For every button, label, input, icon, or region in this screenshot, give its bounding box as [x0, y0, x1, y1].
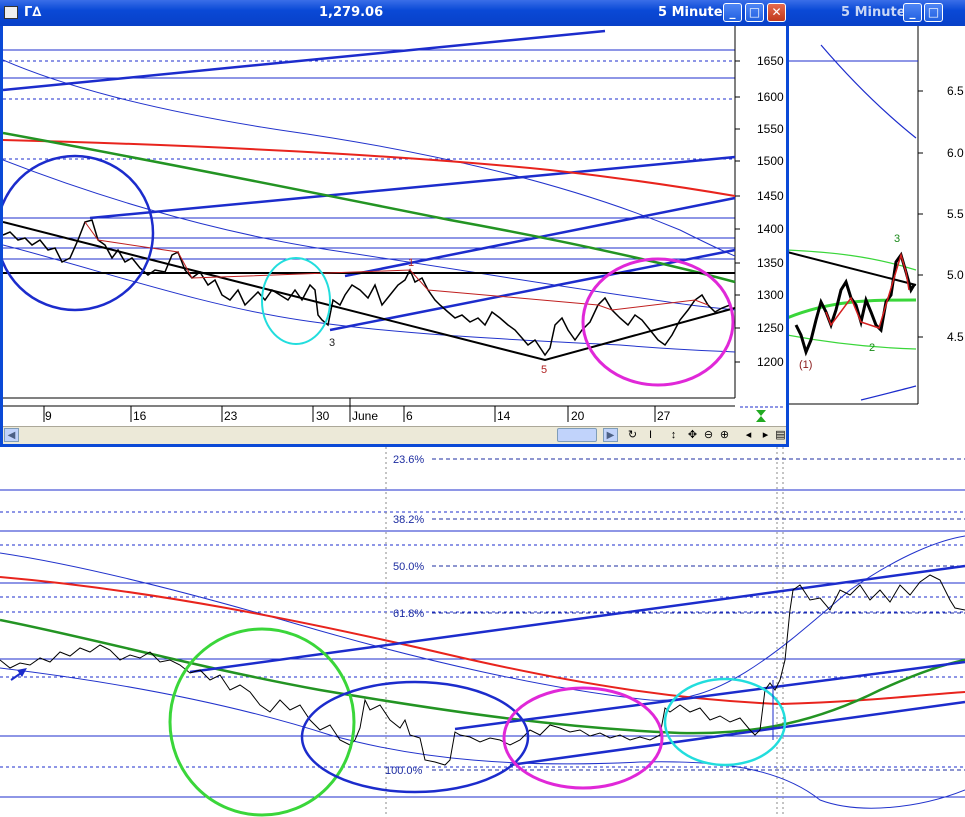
y-axis-label: 1350: [757, 256, 784, 270]
y-axis-label: 1650: [757, 54, 784, 68]
y-axis-label: 1400: [757, 222, 784, 236]
main-title-symbol: Γ∆: [24, 5, 42, 20]
main-title-bar: Γ∆ 1,279.06 5 Minute _ □ ✕: [0, 0, 789, 26]
x-axis-label: 20: [571, 409, 585, 423]
zoom-in-icon[interactable]: ⊕: [717, 427, 732, 443]
fib-label-23-6: 23.6%: [393, 454, 424, 466]
x-axis-label: June: [352, 409, 378, 423]
bottom-red-line: [0, 576, 965, 706]
minimize-icon: _: [909, 5, 916, 19]
maximize-icon: □: [748, 5, 761, 19]
x-axis-label: 14: [497, 409, 511, 423]
y-axis-label: 1450: [757, 189, 784, 203]
side-wave-label: 3: [894, 233, 900, 245]
main-chart-window: Γ∆ 1,279.06 5 Minute _ □ ✕ 1650 1600 155…: [0, 0, 789, 447]
side-chart-window: 5 Minute _ □ 6.5 6.0 5.5 5.0 4.5 3 2 (1): [786, 0, 965, 418]
bottom-chart[interactable]: 23.6% 38.2% 50.0% 61.8% 100.0%: [0, 447, 965, 817]
list-icon[interactable]: ▤: [773, 427, 788, 443]
wave-label: 3: [329, 337, 335, 349]
fib-label-38-2: 38.2%: [393, 514, 424, 526]
side-y-label: 5.0: [947, 268, 964, 282]
main-title-price: 1,279.06: [319, 5, 384, 20]
fib-label-50-0: 50.0%: [393, 561, 424, 573]
scroll-left-icon[interactable]: ◀: [4, 428, 19, 442]
side-y-label: 4.5: [947, 330, 964, 344]
wave-label: 1: [408, 257, 414, 269]
bottom-blue-channel: [189, 564, 965, 767]
bottom-thin-blue-upper: [0, 535, 965, 701]
app-icon[interactable]: [4, 6, 18, 19]
cursor-tool-icon[interactable]: ↻: [625, 427, 640, 443]
side-maximize-button[interactable]: □: [924, 3, 943, 22]
bottom-grid: [0, 489, 965, 798]
bottom-thin-blue-lower: [0, 667, 965, 809]
main-minimize-button[interactable]: _: [723, 3, 742, 22]
main-title-interval: 5 Minute: [658, 5, 723, 20]
x-axis-label: 30: [316, 409, 330, 423]
x-axis-label: 6: [406, 409, 413, 423]
minimize-icon: _: [729, 5, 736, 19]
text-tool-icon[interactable]: I: [643, 427, 658, 443]
close-icon: ✕: [771, 5, 782, 19]
zoom-out-icon[interactable]: ⊖: [701, 427, 716, 443]
y-axis-label: 1600: [757, 90, 784, 104]
page-right-icon[interactable]: ▸: [758, 427, 773, 443]
bottom-vertical-grid: [385, 447, 784, 817]
side-chart[interactable]: 6.5 6.0 5.5 5.0 4.5 3 2 (1): [787, 26, 965, 418]
fib-label-100-0: 100.0%: [385, 765, 423, 777]
y-axis-label: 1300: [757, 288, 784, 302]
side-wave-label: 2: [869, 342, 875, 354]
y-axis-label: 1250: [757, 321, 784, 335]
scroll-thumb[interactable]: [557, 428, 597, 442]
scroll-right-icon[interactable]: ▶: [603, 428, 618, 442]
fib-label-61-8: 61.8%: [393, 608, 424, 620]
side-y-label: 5.5: [947, 207, 964, 221]
x-axis-label: 27: [657, 409, 671, 423]
fib-dashed-lines: [432, 458, 965, 771]
y-axis-label: 1550: [757, 122, 784, 136]
bottom-cyan-ellipse: [663, 677, 787, 767]
crosshair-icon[interactable]: ✥: [685, 427, 700, 443]
pan-vertical-icon[interactable]: ↕: [666, 427, 681, 443]
side-minimize-button[interactable]: _: [903, 3, 922, 22]
y-axis-label: 1200: [757, 355, 784, 369]
page-left-icon[interactable]: ◂: [741, 427, 756, 443]
wave-label: 5: [541, 364, 547, 376]
main-scrollbar[interactable]: ◀ ▶ ↻ I ↕ ✥ ⊖ ⊕ ◂ ▸ ▤: [3, 426, 786, 444]
x-axis-label: 23: [224, 409, 238, 423]
main-maximize-button[interactable]: □: [745, 3, 764, 22]
bottom-green-ellipse: [168, 627, 356, 817]
maximize-icon: □: [927, 5, 940, 19]
side-title-interval: 5 Minute: [841, 5, 906, 20]
bottom-dashed-grid: [0, 511, 965, 768]
side-y-label: 6.0: [947, 146, 964, 160]
side-wave-label: (1): [799, 359, 812, 371]
main-chart[interactable]: 1650 1600 1550 1500 1450 1400 1350 1300 …: [3, 26, 786, 426]
x-axis-label: 16: [133, 409, 147, 423]
side-y-label: 6.5: [947, 84, 964, 98]
x-axis-label: 9: [45, 409, 52, 423]
side-title-bar: 5 Minute _ □: [787, 0, 965, 26]
y-axis-label: 1500: [757, 154, 784, 168]
main-close-button[interactable]: ✕: [767, 3, 786, 22]
